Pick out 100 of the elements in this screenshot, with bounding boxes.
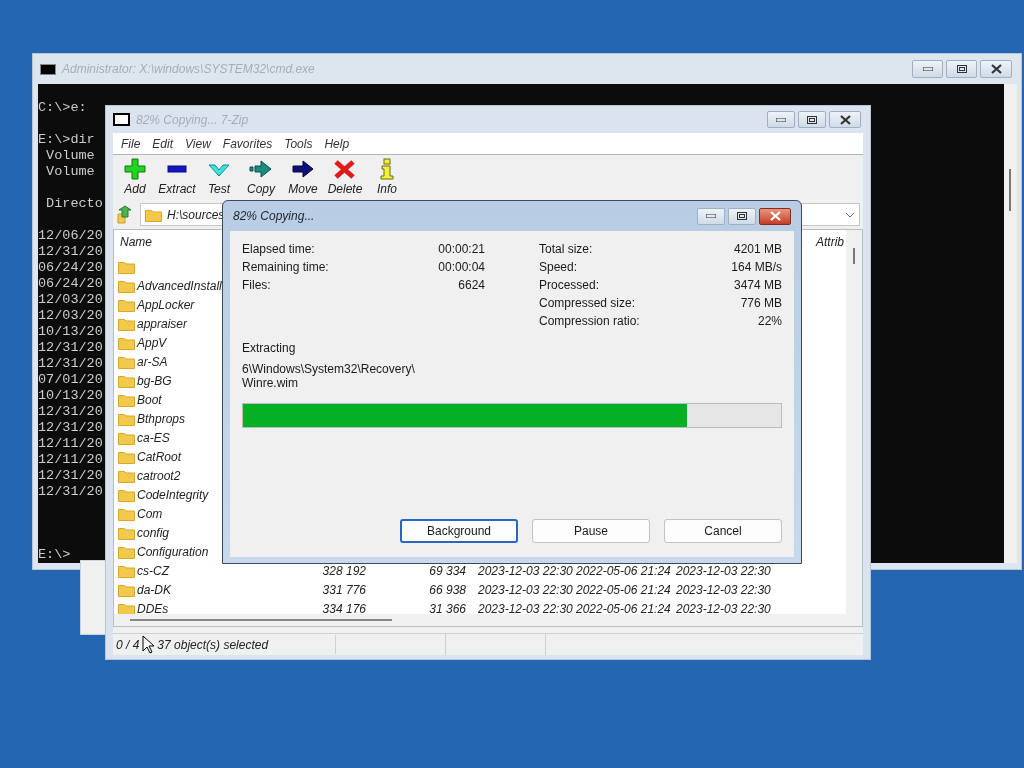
maximize-icon (807, 115, 817, 124)
table-cell-text: 334 176 (322, 600, 366, 618)
toolbar-button[interactable]: Add (114, 158, 156, 196)
table-cell: 2022-05-06 21:24 (576, 582, 671, 597)
toolbar-button[interactable]: Move (282, 158, 324, 196)
minimize-icon (922, 67, 933, 71)
folder-icon (118, 411, 135, 426)
dialog-button[interactable]: Background (400, 519, 518, 543)
file-name[interactable]: Boot (137, 390, 162, 409)
toolbar-button[interactable]: Extract (156, 158, 198, 196)
folder-icon (118, 354, 135, 369)
console-line: E:\>dir (38, 132, 95, 148)
stat-label: Files: (242, 277, 271, 294)
chevron-down-icon[interactable] (845, 211, 855, 218)
file-name[interactable]: Bthprops (137, 409, 186, 428)
folder-icon (118, 525, 135, 540)
folder-icon (118, 373, 135, 388)
close-button[interactable] (829, 111, 861, 128)
maximize-button[interactable] (946, 60, 977, 78)
close-button[interactable] (980, 60, 1012, 78)
dialog-button[interactable]: Pause (532, 519, 650, 543)
folder-icon (118, 335, 135, 350)
stat-label: Processed: (539, 277, 600, 294)
file-name[interactable]: AppLocker (137, 295, 195, 314)
folder-icon (118, 506, 135, 521)
menu-item[interactable]: Edit (148, 134, 178, 153)
column-header[interactable]: Attrib (816, 233, 844, 251)
console-line: 12/06/20 (38, 228, 103, 244)
file-name[interactable]: bg-BG (137, 371, 172, 390)
close-icon (839, 114, 851, 125)
console-line: 12/31/20 (38, 468, 103, 484)
console-line: 12/31/20 (38, 484, 103, 500)
file-name[interactable]: config (137, 523, 170, 542)
console-line: 12/31/20 (38, 404, 103, 420)
file-name[interactable]: CatRoot (137, 447, 182, 466)
cursor-icon (142, 635, 155, 654)
table-cell: 2022-05-06 21:24 (576, 563, 671, 578)
console-prompt: E:\> (38, 547, 71, 563)
file-name[interactable]: da-DK (137, 580, 171, 599)
cross-icon (333, 158, 357, 180)
menu-item[interactable]: View (181, 134, 215, 153)
stat-label: Speed: (539, 259, 578, 276)
stat-value: 3474 MB (733, 277, 782, 294)
file-name[interactable]: cs-CZ (137, 561, 169, 580)
file-name[interactable]: DDEs (137, 599, 169, 618)
table-cell-text: 31 366 (429, 600, 466, 618)
table-cell: 2022-05-06 21:24 (576, 601, 671, 616)
stat-label: Compressed size: (539, 295, 636, 312)
toolbar-button[interactable]: Delete (324, 158, 366, 196)
file-name[interactable]: ca-ES (137, 428, 170, 447)
table-cell: 2023-12-03 22:30 (478, 582, 573, 597)
console-line: 06/24/20 (38, 260, 103, 276)
file-name[interactable]: Configuration (137, 542, 209, 561)
menu-item[interactable]: Tools (280, 134, 317, 153)
file-name[interactable]: catroot2 (137, 466, 181, 485)
table-cell: 2023-12-03 22:30 (478, 601, 573, 616)
folder-icon (118, 392, 135, 407)
dialog-button[interactable]: Cancel (664, 519, 782, 543)
arrow-icon (291, 158, 315, 180)
file-name[interactable]: appraiser (137, 314, 188, 333)
toolbar-button[interactable]: Info (366, 158, 408, 196)
file-name[interactable]: AppV (137, 333, 167, 352)
toolbar-button[interactable]: Test (198, 158, 240, 196)
console-line: Volume (45, 148, 95, 164)
maximize-button[interactable] (798, 111, 826, 128)
console-line: 12/31/20 (38, 356, 103, 372)
table-cell: 2023-12-03 22:30 (676, 601, 771, 616)
file-path: Winre.wim (242, 376, 298, 390)
menu-item[interactable]: Help (320, 134, 354, 153)
dialog-title: 82% Copying... (233, 208, 315, 225)
file-path: 6\Windows\System32\Recovery\ (242, 362, 415, 376)
file-name[interactable]: CodeIntegrity (137, 485, 209, 504)
folder-icon (118, 430, 135, 445)
file-name[interactable]: ar-SA (137, 352, 168, 371)
console-line: 12/11/20 (38, 452, 103, 468)
console-line: 06/24/20 (38, 276, 103, 292)
folder-icon (118, 297, 135, 312)
folder-icon (118, 278, 135, 293)
console-line: 12/03/20 (38, 292, 103, 308)
column-header[interactable]: Name (114, 233, 152, 251)
file-name[interactable]: AdvancedInstall (137, 276, 222, 295)
menu-item[interactable]: File (117, 134, 145, 153)
close-button[interactable] (759, 207, 791, 225)
file-name[interactable]: Com (137, 504, 163, 523)
stat-value: 4201 MB (733, 241, 782, 258)
console-line: 10/13/20 (38, 388, 103, 404)
folder-icon (118, 449, 135, 464)
console-line: 12/03/20 (38, 308, 103, 324)
console-line: 12/11/20 (38, 436, 103, 452)
stat-label: Remaining time: (242, 259, 329, 276)
menu-item[interactable]: Favorites (218, 134, 277, 153)
maximize-icon (956, 65, 967, 73)
stat-value: 776 MB (740, 295, 782, 312)
console-line: Volume (45, 164, 95, 180)
stat-label: Compression ratio: (539, 313, 640, 330)
window-title: Administrator: X:\windows\SYSTEM32\cmd.exe (62, 61, 315, 78)
maximize-button[interactable] (728, 207, 756, 225)
console-line: 12/31/20 (38, 420, 103, 436)
folder-icon (145, 207, 162, 222)
toolbar-button[interactable]: Copy (240, 158, 282, 196)
